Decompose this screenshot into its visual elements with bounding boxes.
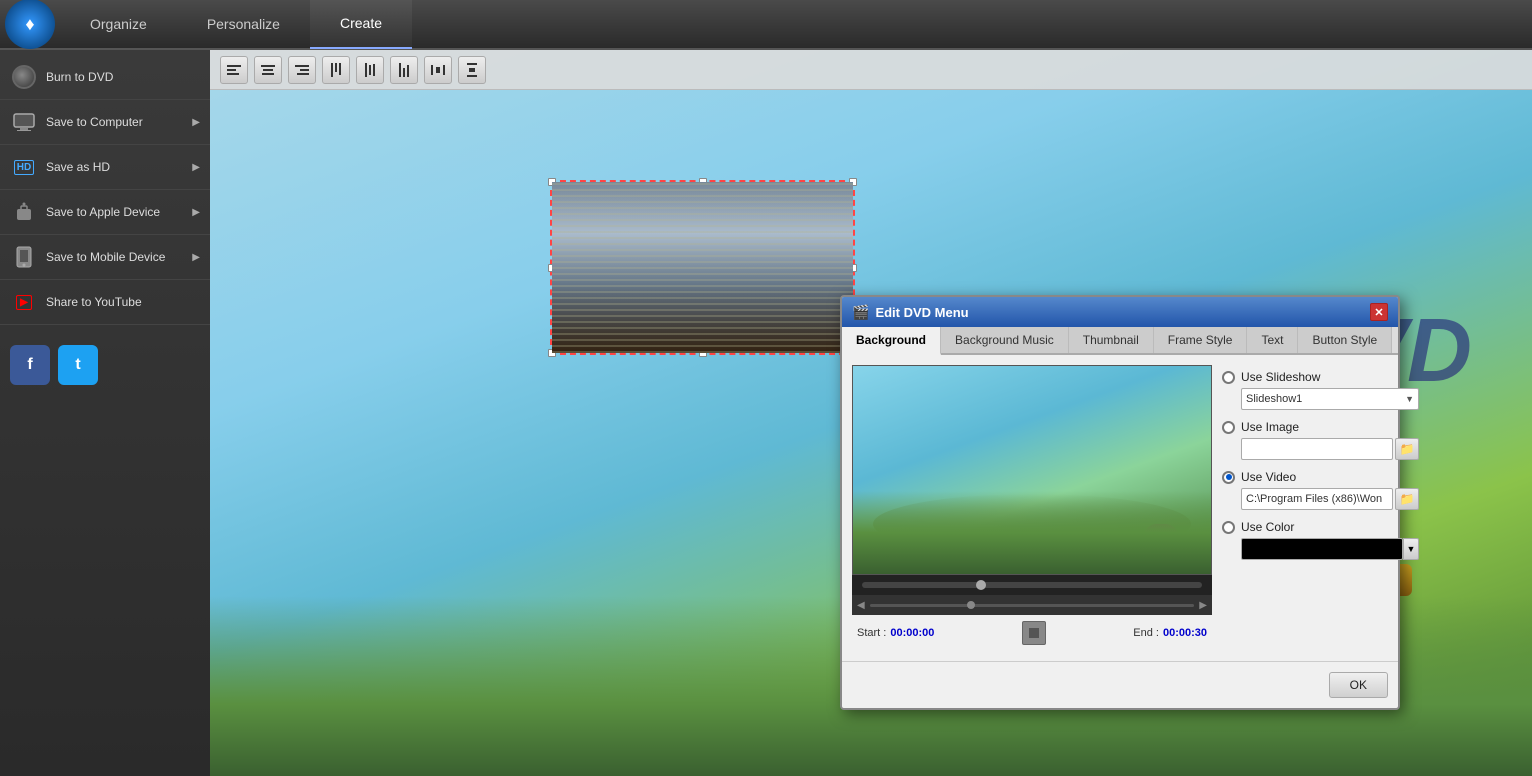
use-color-label: Use Color: [1241, 520, 1294, 534]
sidebar: Burn to DVD Save to Computer ▶ HD Save a…: [0, 50, 210, 776]
align-center-button[interactable]: [254, 56, 282, 84]
tab-organize[interactable]: Organize: [60, 0, 177, 49]
use-image-label: Use Image: [1241, 420, 1299, 434]
dialog-footer: OK: [842, 661, 1398, 708]
use-slideshow-label: Use Slideshow: [1241, 370, 1320, 384]
use-video-radio[interactable]: [1222, 471, 1235, 484]
tab-thumbnail[interactable]: Thumbnail: [1069, 327, 1154, 353]
dialog-close-button[interactable]: ✕: [1370, 303, 1388, 321]
video-progress-thumb[interactable]: [976, 580, 986, 590]
use-image-browse-button[interactable]: 📁: [1395, 438, 1419, 460]
distribute-h-button[interactable]: [424, 56, 452, 84]
use-slideshow-radio[interactable]: [1222, 371, 1235, 384]
dialog-body: ◀ ▶ Start : 00:00:00: [842, 355, 1398, 661]
align-middle-button[interactable]: [356, 56, 384, 84]
stop-button[interactable]: [1022, 621, 1046, 645]
ok-button[interactable]: OK: [1329, 672, 1388, 698]
dropdown-arrow-icon: ▼: [1405, 394, 1414, 404]
video-frame[interactable]: [550, 180, 855, 355]
apple-icon: [10, 198, 38, 226]
color-dropdown-button[interactable]: ▼: [1403, 538, 1419, 560]
slideshow-dropdown[interactable]: Slideshow1 ▼: [1241, 388, 1419, 410]
use-color-option: Use Color ▼: [1222, 520, 1419, 560]
video-thumbnail: [552, 182, 853, 353]
tab-personalize[interactable]: Personalize: [177, 0, 310, 49]
dialog-title: Edit DVD Menu: [875, 305, 968, 320]
end-value: 00:00:30: [1163, 627, 1207, 639]
video-preview-screen: [852, 365, 1212, 575]
dialog-icon: 🎬: [852, 304, 869, 321]
dvd-icon: [10, 63, 38, 91]
hd-icon: HD: [10, 153, 38, 181]
edit-dvd-menu-dialog: 🎬 Edit DVD Menu ✕ Background Background …: [840, 295, 1400, 710]
app-logo: ♦: [5, 0, 55, 49]
scrub-left-arrow[interactable]: ◀: [857, 600, 865, 611]
toolbar: [210, 50, 1532, 90]
distribute-v-button[interactable]: [458, 56, 486, 84]
use-video-option: Use Video 📁: [1222, 470, 1419, 510]
start-label: Start :: [857, 627, 886, 639]
use-image-option: Use Image 📁: [1222, 420, 1419, 460]
video-progress-bar[interactable]: [862, 582, 1202, 588]
mobile-icon: [10, 243, 38, 271]
social-row: f t: [0, 335, 210, 395]
twitter-button[interactable]: t: [58, 345, 98, 385]
use-slideshow-option: Use Slideshow Slideshow1 ▼: [1222, 370, 1419, 410]
align-top-button[interactable]: [322, 56, 350, 84]
arrow-icon: ▶: [192, 162, 200, 173]
options-panel: Use Slideshow Slideshow1 ▼: [1222, 365, 1419, 651]
use-video-browse-button[interactable]: 📁: [1395, 488, 1419, 510]
tab-text[interactable]: Text: [1247, 327, 1298, 353]
align-right-button[interactable]: [288, 56, 316, 84]
tab-background[interactable]: Background: [842, 327, 941, 355]
video-controls: [852, 575, 1212, 595]
align-left-button[interactable]: [220, 56, 248, 84]
sidebar-item-save-apple[interactable]: Save to Apple Device ▶: [0, 190, 210, 235]
use-video-input[interactable]: [1241, 488, 1393, 510]
dialog-titlebar: 🎬 Edit DVD Menu ✕: [842, 297, 1398, 327]
color-swatch[interactable]: [1241, 538, 1403, 560]
main-layout: Burn to DVD Save to Computer ▶ HD Save a…: [0, 50, 1532, 776]
use-video-label: Use Video: [1241, 470, 1296, 484]
arrow-icon: ▶: [192, 117, 200, 128]
content-area: Pto DVD: [210, 50, 1532, 776]
arrow-icon: ▶: [192, 252, 200, 263]
align-bottom-button[interactable]: [390, 56, 418, 84]
computer-icon: [10, 108, 38, 136]
scrub-right-arrow[interactable]: ▶: [1199, 600, 1207, 611]
dialog-tabs: Background Background Music Thumbnail Fr…: [842, 327, 1398, 355]
use-image-input[interactable]: [1241, 438, 1393, 460]
youtube-icon: ▶: [10, 288, 38, 316]
end-label: End :: [1133, 627, 1159, 639]
tab-frame-style[interactable]: Frame Style: [1154, 327, 1248, 353]
use-image-radio[interactable]: [1222, 421, 1235, 434]
tab-create[interactable]: Create: [310, 0, 412, 49]
start-value: 00:00:00: [890, 627, 934, 639]
time-row: Start : 00:00:00 End : 00:00:30: [852, 615, 1212, 651]
video-preview-panel: ◀ ▶ Start : 00:00:00: [852, 365, 1212, 651]
sidebar-item-save-mobile[interactable]: Save to Mobile Device ▶: [0, 235, 210, 280]
tab-background-music[interactable]: Background Music: [941, 327, 1069, 353]
video-scrubber: ◀ ▶: [852, 595, 1212, 615]
sidebar-item-save-computer[interactable]: Save to Computer ▶: [0, 100, 210, 145]
use-color-radio[interactable]: [1222, 521, 1235, 534]
sidebar-item-burn-dvd[interactable]: Burn to DVD: [0, 55, 210, 100]
facebook-button[interactable]: f: [10, 345, 50, 385]
sidebar-item-save-hd[interactable]: HD Save as HD ▶: [0, 145, 210, 190]
sidebar-item-share-youtube[interactable]: ▶ Share to YouTube: [0, 280, 210, 325]
top-navigation: ♦ Organize Personalize Create: [0, 0, 1532, 50]
arrow-icon: ▶: [192, 207, 200, 218]
tab-button-style[interactable]: Button Style: [1298, 327, 1392, 353]
